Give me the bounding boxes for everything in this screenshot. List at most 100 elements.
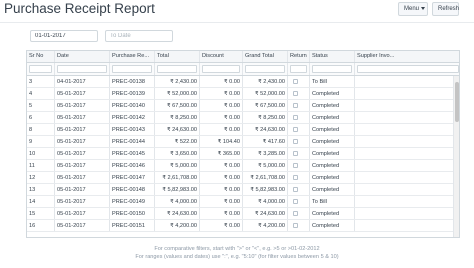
cell-date[interactable]: 05-01-2017 <box>55 208 110 219</box>
table-row[interactable]: 11 05-01-2017 PREC-00146 ₹ 5,000.00 ₹ 0.00 ₹ … <box>27 160 459 172</box>
cell-grand-total[interactable]: ₹ 2,61,708.00 <box>243 172 288 183</box>
column-filter-discount[interactable] <box>200 63 243 75</box>
cell-discount[interactable]: ₹ 0.00 <box>200 172 243 183</box>
cell-status[interactable]: Completed <box>310 100 355 111</box>
cell-supplier-invoice[interactable] <box>355 88 459 99</box>
column-header-sr-no[interactable]: Sr No <box>27 51 55 62</box>
column-header-total[interactable]: Total <box>155 51 200 62</box>
cell-sr-no[interactable]: 6 <box>27 112 55 123</box>
cell-supplier-invoice[interactable] <box>355 76 459 87</box>
cell-purchase-receipt[interactable]: PREC-00149 <box>110 196 155 207</box>
cell-purchase-receipt[interactable]: PREC-00139 <box>110 88 155 99</box>
cell-total[interactable]: ₹ 24,630.00 <box>155 208 200 219</box>
cell-status[interactable]: To Bill <box>310 196 355 207</box>
cell-sr-no[interactable]: 14 <box>27 196 55 207</box>
cell-date[interactable]: 05-01-2017 <box>55 124 110 135</box>
table-row[interactable]: 4 05-01-2017 PREC-00139 ₹ 52,000.00 ₹ 0.00 ₹ … <box>27 88 459 100</box>
cell-total[interactable]: ₹ 2,61,708.00 <box>155 172 200 183</box>
cell-discount[interactable]: ₹ 365.00 <box>200 148 243 159</box>
cell-supplier-invoice[interactable] <box>355 148 459 159</box>
table-row[interactable]: 15 05-01-2017 PREC-00150 ₹ 24,630.00 ₹ 0.00 ₹… <box>27 208 459 220</box>
cell-return[interactable] <box>288 160 310 171</box>
cell-total[interactable]: ₹ 5,000.00 <box>155 160 200 171</box>
cell-date[interactable]: 05-01-2017 <box>55 160 110 171</box>
cell-discount[interactable]: ₹ 0.00 <box>200 112 243 123</box>
cell-status[interactable]: Completed <box>310 136 355 147</box>
menu-button[interactable]: Menu <box>398 2 428 16</box>
cell-grand-total[interactable]: ₹ 52,000.00 <box>243 88 288 99</box>
vertical-scrollbar[interactable] <box>453 76 459 237</box>
column-filter-status[interactable] <box>310 63 355 75</box>
cell-date[interactable]: 05-01-2017 <box>55 88 110 99</box>
cell-sr-no[interactable]: 10 <box>27 148 55 159</box>
column-filter-grand-total[interactable] <box>243 63 288 75</box>
cell-status[interactable]: Completed <box>310 124 355 135</box>
cell-total[interactable]: ₹ 3,650.00 <box>155 148 200 159</box>
cell-grand-total[interactable]: ₹ 5,000.00 <box>243 160 288 171</box>
cell-return[interactable] <box>288 208 310 219</box>
cell-sr-no[interactable]: 12 <box>27 172 55 183</box>
cell-grand-total[interactable]: ₹ 24,630.00 <box>243 124 288 135</box>
cell-discount[interactable]: ₹ 0.00 <box>200 220 243 231</box>
table-row[interactable]: 13 05-01-2017 PREC-00148 ₹ 5,82,983.00 ₹ 0.0… <box>27 184 459 196</box>
cell-total[interactable]: ₹ 4,000.00 <box>155 196 200 207</box>
cell-grand-total[interactable]: ₹ 5,82,983.00 <box>243 184 288 195</box>
column-filter-input[interactable] <box>312 65 352 73</box>
cell-return[interactable] <box>288 88 310 99</box>
cell-purchase-receipt[interactable]: PREC-00144 <box>110 136 155 147</box>
cell-supplier-invoice[interactable] <box>355 220 459 231</box>
cell-sr-no[interactable]: 9 <box>27 136 55 147</box>
column-filter-input[interactable] <box>245 65 285 73</box>
column-header-supplier-invoice[interactable]: Supplier Invo... <box>355 51 459 62</box>
cell-total[interactable]: ₹ 67,500.00 <box>155 100 200 111</box>
cell-sr-no[interactable]: 11 <box>27 160 55 171</box>
column-filter-input[interactable] <box>357 65 459 73</box>
column-filter-input[interactable] <box>112 65 152 73</box>
cell-status[interactable]: Completed <box>310 208 355 219</box>
column-filter-date[interactable] <box>55 63 110 75</box>
cell-return[interactable] <box>288 196 310 207</box>
cell-total[interactable]: ₹ 2,430.00 <box>155 76 200 87</box>
cell-date[interactable]: 05-01-2017 <box>55 220 110 231</box>
cell-supplier-invoice[interactable] <box>355 196 459 207</box>
cell-date[interactable]: 04-01-2017 <box>55 76 110 87</box>
column-filter-input[interactable] <box>202 65 240 73</box>
cell-return[interactable] <box>288 172 310 183</box>
column-filter-return[interactable] <box>288 63 310 75</box>
cell-date[interactable]: 05-01-2017 <box>55 196 110 207</box>
cell-purchase-receipt[interactable]: PREC-00147 <box>110 172 155 183</box>
column-filter-input[interactable] <box>29 65 52 73</box>
column-filter-input[interactable] <box>157 65 197 73</box>
cell-total[interactable]: ₹ 4,200.00 <box>155 220 200 231</box>
column-filter-purchase-receipt[interactable] <box>110 63 155 75</box>
to-date-field[interactable] <box>105 30 173 42</box>
cell-return[interactable] <box>288 76 310 87</box>
scrollbar-thumb[interactable] <box>455 82 459 122</box>
cell-grand-total[interactable]: ₹ 67,500.00 <box>243 100 288 111</box>
cell-discount[interactable]: ₹ 0.00 <box>200 100 243 111</box>
cell-date[interactable]: 05-01-2017 <box>55 136 110 147</box>
cell-return[interactable] <box>288 112 310 123</box>
cell-sr-no[interactable]: 8 <box>27 124 55 135</box>
cell-status[interactable]: To Bill <box>310 76 355 87</box>
table-row[interactable]: 9 05-01-2017 PREC-00144 ₹ 522.00 ₹ 104.40 ₹ 4… <box>27 136 459 148</box>
column-filter-total[interactable] <box>155 63 200 75</box>
cell-purchase-receipt[interactable]: PREC-00138 <box>110 76 155 87</box>
cell-status[interactable]: Completed <box>310 148 355 159</box>
cell-supplier-invoice[interactable] <box>355 136 459 147</box>
cell-total[interactable]: ₹ 52,000.00 <box>155 88 200 99</box>
cell-total[interactable]: ₹ 522.00 <box>155 136 200 147</box>
column-filter-sr-no[interactable] <box>27 63 55 75</box>
cell-sr-no[interactable]: 13 <box>27 184 55 195</box>
refresh-button[interactable]: Refresh <box>432 2 459 16</box>
cell-purchase-receipt[interactable]: PREC-00142 <box>110 112 155 123</box>
column-header-purchase-receipt[interactable]: Purchase Re... <box>110 51 155 62</box>
cell-purchase-receipt[interactable]: PREC-00146 <box>110 160 155 171</box>
cell-grand-total[interactable]: ₹ 3,285.00 <box>243 148 288 159</box>
cell-discount[interactable]: ₹ 0.00 <box>200 208 243 219</box>
cell-date[interactable]: 05-01-2017 <box>55 112 110 123</box>
cell-supplier-invoice[interactable] <box>355 112 459 123</box>
cell-grand-total[interactable]: ₹ 2,430.00 <box>243 76 288 87</box>
cell-grand-total[interactable]: ₹ 4,000.00 <box>243 196 288 207</box>
table-row[interactable]: 8 05-01-2017 PREC-00143 ₹ 24,630.00 ₹ 0.00 ₹ … <box>27 124 459 136</box>
